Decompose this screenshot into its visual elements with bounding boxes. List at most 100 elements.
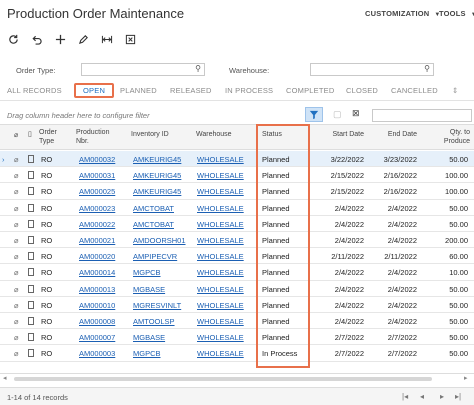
- cell-inventory-id[interactable]: AMCTOBAT: [133, 204, 174, 213]
- cell-warehouse[interactable]: WHOLESALE: [197, 285, 244, 294]
- cell-production-nbr[interactable]: AM000013: [79, 285, 115, 294]
- column-inventory-id[interactable]: Inventory ID: [131, 131, 191, 140]
- attachment-icon[interactable]: ⌀: [14, 301, 19, 310]
- column-status[interactable]: Status: [262, 131, 302, 140]
- cell-inventory-id[interactable]: MGBASE: [133, 333, 165, 342]
- note-icon[interactable]: [28, 171, 34, 180]
- cell-production-nbr[interactable]: AM000025: [79, 187, 115, 196]
- note-icon[interactable]: [28, 268, 34, 277]
- last-page-icon[interactable]: ▸|: [455, 392, 461, 401]
- cell-production-nbr[interactable]: AM000010: [79, 301, 115, 310]
- note-icon[interactable]: [28, 317, 34, 325]
- tab-in-process[interactable]: IN PROCESS: [225, 86, 273, 95]
- cell-warehouse[interactable]: WHOLESALE: [197, 171, 244, 180]
- cell-inventory-id[interactable]: AMDOORSH01: [133, 236, 186, 245]
- cell-production-nbr[interactable]: AM000020: [79, 252, 115, 261]
- attachment-icon[interactable]: ⌀: [14, 252, 19, 261]
- warehouse-field[interactable]: ⚲: [310, 63, 434, 76]
- next-page-icon[interactable]: ▸: [440, 392, 444, 401]
- note-icon[interactable]: [28, 219, 34, 228]
- tab-closed[interactable]: CLOSED: [346, 86, 378, 95]
- note-icon[interactable]: [28, 187, 34, 196]
- tab-completed[interactable]: COMPLETED: [286, 86, 334, 95]
- attachment-icon[interactable]: ⌀: [14, 204, 19, 213]
- cell-warehouse[interactable]: WHOLESALE: [197, 204, 244, 213]
- search-icon[interactable]: ⚲: [195, 64, 201, 73]
- table-row[interactable]: ⌀ RO AM000014 MGPCB WHOLESALE Planned 2/4/2022…: [0, 264, 474, 281]
- cell-inventory-id[interactable]: AMPIPECVR: [133, 252, 177, 261]
- cell-warehouse[interactable]: WHOLESALE: [197, 317, 244, 326]
- attachment-icon[interactable]: ⌀: [14, 187, 19, 196]
- cell-warehouse[interactable]: WHOLESALE: [197, 220, 244, 229]
- cell-inventory-id[interactable]: AMKEURIG45: [133, 187, 181, 196]
- table-row[interactable]: ⌀ RO AM000021 AMDOORSH01 WHOLESALE Planned 2/4…: [0, 232, 474, 249]
- export-excel-icon[interactable]: [123, 32, 137, 46]
- cell-inventory-id[interactable]: MGBASE: [133, 285, 165, 294]
- column-qty-to-produce[interactable]: Qty. to Produce: [436, 129, 470, 146]
- fit-columns-icon[interactable]: [100, 32, 114, 46]
- cell-production-nbr[interactable]: AM000022: [79, 220, 115, 229]
- add-icon[interactable]: [53, 32, 67, 46]
- table-row[interactable]: ⌀ RO AM000010 MGRESVINLT WHOLESALE Planned 2/4…: [0, 297, 474, 313]
- cell-production-nbr[interactable]: AM000008: [79, 317, 115, 326]
- attachment-icon[interactable]: ⌀: [14, 333, 19, 342]
- cell-inventory-id[interactable]: MGRESVINLT: [133, 301, 181, 310]
- column-production-nbr[interactable]: Production Nbr.: [76, 129, 116, 146]
- attachment-icon[interactable]: ⌀: [14, 155, 19, 164]
- cell-production-nbr[interactable]: AM000023: [79, 204, 115, 213]
- table-row[interactable]: ⌀ RO AM000031 AMKEURIG45 WHOLESALE Planned 2/1…: [0, 167, 474, 184]
- cell-warehouse[interactable]: WHOLESALE: [197, 236, 244, 245]
- note-icon[interactable]: [28, 349, 34, 358]
- cell-inventory-id[interactable]: AMTOOLSP: [133, 317, 175, 326]
- scroll-right-icon[interactable]: ▸: [464, 374, 468, 382]
- column-warehouse[interactable]: Warehouse: [196, 131, 246, 140]
- table-row[interactable]: ⌀ RO AM000013 MGBASE WHOLESALE Planned 2/4/202…: [0, 281, 474, 297]
- note-icon[interactable]: [28, 203, 34, 212]
- note-icon[interactable]: [28, 333, 34, 342]
- cell-warehouse[interactable]: WHOLESALE: [197, 349, 244, 358]
- cell-inventory-id[interactable]: AMKEURIG45: [133, 155, 181, 164]
- note-icon[interactable]: [28, 155, 34, 163]
- column-end-date[interactable]: End Date: [373, 131, 417, 140]
- tab-released[interactable]: RELEASED: [170, 86, 212, 95]
- attachment-icon[interactable]: ⌀: [14, 285, 19, 294]
- attachment-icon[interactable]: ⌀: [14, 220, 19, 229]
- undo-icon[interactable]: [29, 32, 43, 46]
- cell-inventory-id[interactable]: MGPCB: [133, 349, 161, 358]
- attachment-icon[interactable]: ⌀: [14, 349, 19, 358]
- cell-inventory-id[interactable]: AMCTOBAT: [133, 220, 174, 229]
- note-icon[interactable]: [28, 252, 34, 261]
- tab-open[interactable]: OPEN: [74, 83, 115, 98]
- horizontal-scrollbar[interactable]: ◂ ▸: [0, 373, 474, 383]
- tools-menu[interactable]: TOOLS ▼: [439, 9, 474, 18]
- cell-warehouse[interactable]: WHOLESALE: [197, 333, 244, 342]
- refresh-icon[interactable]: [6, 32, 20, 46]
- scrollbar-thumb[interactable]: [14, 377, 432, 381]
- attachment-icon[interactable]: ⌀: [14, 171, 19, 180]
- table-row[interactable]: ⌀ RO AM000007 MGBASE WHOLESALE Planned 2/7/202…: [0, 329, 474, 346]
- customization-menu[interactable]: CUSTOMIZATION ▼: [365, 9, 441, 18]
- note-icon[interactable]: [28, 300, 34, 309]
- note-icon[interactable]: [28, 284, 34, 293]
- attachment-icon[interactable]: ⌀: [14, 268, 19, 277]
- cell-warehouse[interactable]: WHOLESALE: [197, 252, 244, 261]
- search-icon[interactable]: ⚲: [424, 64, 430, 73]
- export-icon[interactable]: ⊠: [352, 108, 360, 119]
- tab-all-records[interactable]: ALL RECORDS: [7, 86, 62, 95]
- table-row[interactable]: ⌀ RO AM000022 AMCTOBAT WHOLESALE Planned 2/4/2…: [0, 216, 474, 232]
- table-row[interactable]: ⌀ RO AM000020 AMPIPECVR WHOLESALE Planned 2/11…: [0, 248, 474, 265]
- scroll-left-icon[interactable]: ◂: [3, 374, 7, 382]
- cell-production-nbr[interactable]: AM000007: [79, 333, 115, 342]
- table-row[interactable]: › ⌀ RO AM000032 AMKEURIG45 WHOLESALE Planned 3/…: [0, 151, 474, 168]
- attachment-icon[interactable]: ⌀: [14, 236, 19, 245]
- table-row[interactable]: ⌀ RO AM000025 AMKEURIG45 WHOLESALE Planned 2/1…: [0, 183, 474, 200]
- tab-cancelled[interactable]: CANCELLED: [391, 86, 438, 95]
- cell-warehouse[interactable]: WHOLESALE: [197, 155, 244, 164]
- attachment-icon[interactable]: ⌀: [14, 317, 19, 326]
- cell-production-nbr[interactable]: AM000021: [79, 236, 115, 245]
- grid-search-input[interactable]: [372, 109, 472, 122]
- cell-warehouse[interactable]: WHOLESALE: [197, 268, 244, 277]
- table-row[interactable]: ⌀ RO AM000008 AMTOOLSP WHOLESALE Planned 2/4/2…: [0, 313, 474, 330]
- cell-production-nbr[interactable]: AM000032: [79, 155, 115, 164]
- edit-icon[interactable]: [76, 32, 90, 46]
